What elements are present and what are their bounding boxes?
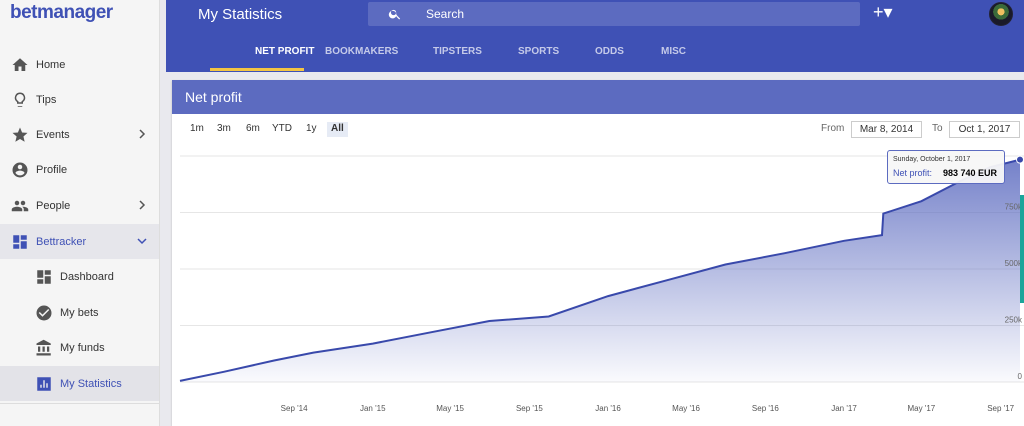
- search-icon: [388, 9, 401, 20]
- net-profit-card: Net profit 1m 3m 6m YTD 1y All From To S…: [172, 80, 1024, 426]
- sidebar-item-events[interactable]: Events: [0, 117, 159, 152]
- chevron-right-icon: [139, 129, 146, 139]
- search-input[interactable]: [426, 5, 846, 23]
- sidebar-item-label: Events: [36, 128, 70, 141]
- avatar[interactable]: [989, 2, 1013, 26]
- sidebar-item-profile[interactable]: Profile: [0, 152, 159, 187]
- sidebar-item-label: My funds: [60, 341, 105, 354]
- sidebar-item-label: People: [36, 199, 71, 212]
- x-axis-ticks: Sep '14 Jan '15 May '15 Sep '15 Jan '16 May '…: [281, 404, 1015, 413]
- sidebar-item-label: My bets: [60, 306, 99, 319]
- lightbulb-icon: [14, 92, 26, 107]
- sidebar-item-label: Dashboard: [60, 270, 114, 283]
- sidebar-item-my-statistics[interactable]: My Statistics: [0, 366, 159, 401]
- dashboard-icon: [37, 270, 51, 284]
- x-tick-label: Sep '15: [516, 404, 543, 413]
- star-icon: [12, 127, 28, 142]
- tooltip-value: 983 740 EUR: [943, 168, 998, 178]
- sidebar: betmanager Home Tips Events Profile Peop…: [0, 0, 160, 426]
- sidebar-item-my-funds[interactable]: My funds: [0, 330, 159, 365]
- bank-icon: [36, 339, 51, 356]
- tab-misc[interactable]: MISC: [661, 46, 686, 57]
- x-tick-label: Jan '16: [595, 404, 621, 413]
- add-button[interactable]: +▾: [873, 2, 901, 26]
- sidebar-item-bettracker[interactable]: Bettracker: [0, 224, 159, 259]
- tab-sports[interactable]: SPORTS: [518, 46, 559, 57]
- x-tick-label: Jan '15: [360, 404, 386, 413]
- sidebar-item-home[interactable]: Home: [0, 47, 159, 82]
- x-tick-label: Jan '17: [831, 404, 857, 413]
- sidebar-item-label: Tips: [36, 93, 57, 106]
- tab-tipsters[interactable]: TIPSTERS: [433, 46, 482, 57]
- tab-bookmakers[interactable]: BOOKMAKERS: [325, 46, 398, 57]
- home-icon: [12, 58, 28, 71]
- dashboard-icon: [13, 235, 27, 249]
- sidebar-item-tips[interactable]: Tips: [0, 82, 159, 117]
- tooltip-date: Sunday, October 1, 2017: [893, 156, 971, 163]
- chevron-right-icon: [139, 200, 146, 210]
- sidebar-item-my-bets[interactable]: My bets: [0, 295, 159, 330]
- x-tick-label: May '17: [907, 404, 935, 413]
- y-tick-label: 0: [1018, 372, 1023, 381]
- bar-chart-icon: [37, 377, 51, 391]
- check-circle-icon: [36, 305, 52, 321]
- account-icon: [12, 162, 28, 178]
- sidebar-item-label: Bettracker: [36, 235, 87, 248]
- chevron-down-icon: [137, 238, 147, 245]
- tab-net-profit[interactable]: NET PROFIT: [255, 46, 314, 57]
- people-icon: [11, 200, 29, 212]
- sidebar-item-dashboard[interactable]: Dashboard: [0, 259, 159, 294]
- search-box[interactable]: [368, 2, 860, 26]
- side-scroll-indicator: [1020, 195, 1024, 303]
- active-tab-indicator: [210, 68, 304, 71]
- sidebar-divider: [0, 403, 159, 404]
- tooltip-label: Net profit:: [893, 168, 933, 178]
- app: betmanager Home Tips Events Profile Peop…: [0, 0, 1024, 426]
- x-tick-label: Sep '17: [987, 404, 1014, 413]
- page-title: My Statistics: [198, 6, 283, 23]
- hover-point: [1016, 155, 1024, 164]
- x-tick-label: May '16: [672, 404, 700, 413]
- sidebar-item-label: Home: [36, 58, 66, 71]
- y-tick-label: 250k: [1005, 316, 1023, 325]
- sidebar-item-people[interactable]: People: [0, 188, 159, 223]
- chart-tooltip: Sunday, October 1, 2017 Net profit: 983 …: [887, 150, 1005, 184]
- x-tick-label: Sep '16: [752, 404, 779, 413]
- x-tick-label: Sep '14: [281, 404, 308, 413]
- sidebar-item-label: My Statistics: [60, 377, 122, 390]
- header: My Statistics +▾ NET PROFIT BOOKMAKERS T…: [166, 0, 1024, 72]
- net-profit-chart[interactable]: Sep '14 Jan '15 May '15 Sep '15 Jan '16 May '…: [172, 80, 1024, 426]
- sidebar-item-label: Profile: [36, 163, 68, 176]
- logo[interactable]: betmanager: [10, 2, 113, 24]
- tab-odds[interactable]: ODDS: [595, 46, 624, 57]
- x-tick-label: May '15: [436, 404, 464, 413]
- series-area: [180, 159, 1020, 382]
